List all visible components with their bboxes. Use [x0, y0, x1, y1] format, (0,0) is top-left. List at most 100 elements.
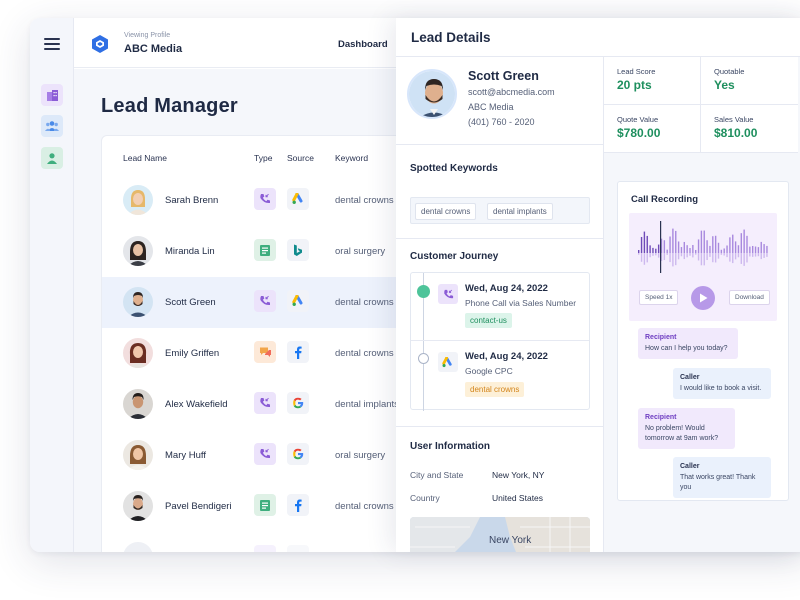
user-icon[interactable] [41, 147, 63, 169]
waveform-bar [740, 233, 742, 253]
waveform-bar [737, 253, 740, 258]
metric-sales-value: Sales Value $810.00 [701, 105, 798, 153]
google-icon [287, 443, 309, 465]
stage: Viewing Profile ABC Media Dashboard Lead… [0, 0, 800, 600]
column-header-keyword[interactable]: Keyword [335, 153, 368, 163]
brand-logo-icon [92, 35, 108, 53]
company-name: ABC Media [124, 43, 183, 55]
journey-desc: Phone Call via Sales Number [465, 298, 577, 308]
waveform-bar [652, 247, 654, 253]
city-state-value: New York, NY [492, 470, 545, 480]
audio-player[interactable]: Speed 1x Download [629, 213, 777, 321]
waveform-bar [697, 239, 700, 253]
metric-quote-value: Quote Value $780.00 [604, 105, 701, 153]
speaker-label: Recipient [645, 414, 677, 421]
waveform-bar [675, 253, 677, 266]
column-header-lead-name[interactable]: Lead Name [123, 153, 167, 163]
google-ads-icon [287, 188, 309, 210]
country-value: United States [492, 493, 544, 503]
waveform-bar [640, 236, 643, 253]
waveform-bar [640, 253, 643, 262]
bing-icon [287, 239, 309, 261]
speaker-label: Recipient [645, 334, 677, 341]
waveform-bar [706, 253, 708, 261]
lead-name: Scott Green [468, 69, 539, 83]
lead-keyword: dental crowns [335, 348, 394, 359]
waveform-bar [709, 253, 711, 257]
waveform-bar [732, 253, 734, 264]
waveform-bar [669, 253, 671, 263]
waveform-bar [655, 248, 657, 253]
waveform-bar [669, 236, 671, 253]
transcript-message-caller: Caller I would like to book a visit. [673, 368, 771, 399]
message-text: How can I help you today? [645, 345, 728, 352]
waveform-bar [643, 253, 646, 265]
waveform-bar [692, 244, 694, 253]
google-icon [287, 392, 309, 414]
waveform-bar [709, 245, 711, 253]
metric-value: 20 pts [617, 78, 652, 92]
journey-tag: dental crowns [465, 382, 525, 397]
location-map[interactable]: New York [410, 517, 590, 552]
waveform-bar [752, 253, 754, 257]
call-recording-title: Call Recording [631, 194, 699, 205]
waveform-bar [706, 240, 708, 253]
keywords-title: Spotted Keywords [410, 163, 498, 174]
column-header-type[interactable]: Type [254, 153, 272, 163]
team-icon[interactable] [41, 115, 63, 137]
waveform-bar [712, 253, 714, 263]
download-button[interactable]: Download [729, 290, 770, 305]
metric-value: $780.00 [617, 126, 661, 140]
left-sidebar [30, 18, 74, 552]
play-icon [699, 293, 707, 303]
waveform-bar [726, 253, 728, 258]
journey-title: Customer Journey [410, 251, 499, 262]
keyword-chip: dental implants [487, 203, 553, 220]
lead-name: Miranda Lin [165, 246, 215, 257]
call-recording-card: Call Recording Speed 1x Download Recipie… [617, 181, 789, 501]
waveform-bar [729, 253, 731, 262]
avatar [123, 185, 153, 215]
lead-keyword: dental crowns [335, 297, 394, 308]
journey-desc: Google CPC [465, 366, 513, 376]
speaker-label: Caller [680, 374, 700, 381]
waveform-bar [729, 237, 731, 253]
lead-phone[interactable]: (401) 760 - 2020 [468, 117, 535, 127]
menu-icon[interactable] [44, 38, 60, 50]
transcript-message-caller: Caller That works great! Thank you [673, 457, 771, 498]
column-header-source[interactable]: Source [287, 153, 314, 163]
metric-label: Quotable [714, 67, 745, 76]
waveform-bar [703, 253, 705, 266]
form-icon [254, 239, 276, 261]
waveform-bar [766, 245, 768, 253]
waveform-bar [757, 253, 760, 257]
journey-date: Wed, Aug 24, 2022 [465, 351, 548, 362]
avatar [123, 389, 153, 419]
play-button[interactable] [691, 286, 715, 310]
keywords-box: dental crowns dental implants [410, 197, 590, 224]
waveform-bar [763, 244, 765, 253]
metric-value: $810.00 [714, 126, 758, 140]
metric-label: Quote Value [617, 115, 659, 124]
waveform-bar [655, 253, 657, 256]
playback-speed-button[interactable]: Speed 1x [639, 290, 679, 305]
waveform-bar [717, 242, 720, 253]
lead-email[interactable]: scott@abcmedia.com [468, 87, 555, 97]
nav-dashboard-link[interactable]: Dashboard [338, 39, 388, 50]
waveform-bar [666, 249, 668, 253]
waveform-bar [646, 253, 648, 263]
message-text: That works great! Thank you [680, 474, 756, 491]
metrics-column: Lead Score 20 pts Quotable Yes Quote Val… [604, 57, 800, 552]
waveform-bar [752, 245, 754, 253]
playhead[interactable] [660, 221, 662, 273]
waveform[interactable] [629, 213, 777, 283]
waveform-bar [749, 246, 751, 253]
divider [396, 426, 604, 427]
building-icon[interactable] [41, 84, 63, 106]
metric-lead-score: Lead Score 20 pts [604, 57, 701, 105]
waveform-bar [677, 241, 680, 253]
transcript-message-recipient: Recipient No problem! Would tomorrow at … [638, 408, 735, 449]
waveform-bar [746, 235, 748, 253]
lead-keyword: dental crowns [335, 195, 394, 206]
waveform-bar [686, 253, 688, 258]
